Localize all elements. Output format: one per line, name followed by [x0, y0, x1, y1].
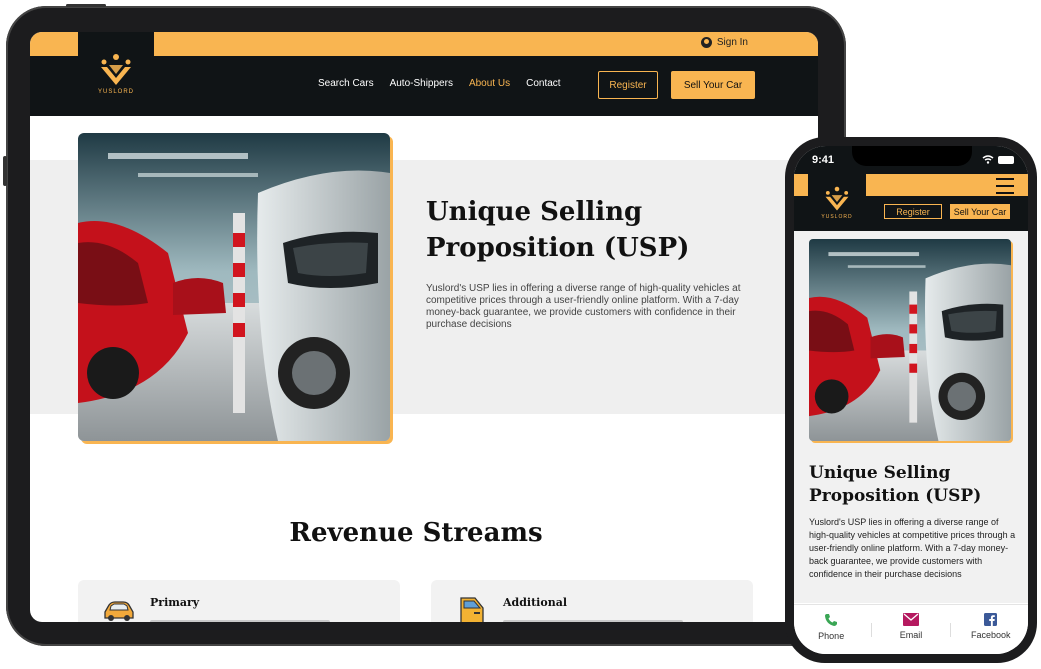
car-door-icon	[460, 597, 484, 622]
tablet-power-button	[66, 4, 106, 7]
register-button[interactable]: Register	[598, 71, 658, 99]
revenue-card-text-placeholder	[503, 620, 683, 622]
footer-email[interactable]: Email	[876, 613, 946, 640]
nav-contact[interactable]: Contact	[526, 78, 560, 89]
revenue-card-title: Primary	[150, 596, 200, 609]
car-icon	[104, 601, 134, 621]
revenue-card-primary: Primary	[78, 580, 400, 622]
status-icons	[982, 155, 1014, 164]
phone-sell-your-car-button[interactable]: Sell Your Car	[950, 204, 1010, 219]
wifi-icon	[982, 155, 994, 164]
facebook-icon	[984, 613, 998, 626]
footer-divider	[870, 623, 872, 637]
revenue-streams-title: Revenue Streams	[289, 518, 543, 548]
nav-search-cars[interactable]: Search Cars	[318, 78, 374, 89]
status-time: 9:41	[812, 154, 835, 166]
footer-phone-label: Phone	[818, 631, 845, 641]
phone-frame: 9:41 YUSLORD Register Sell Your Car Uniq…	[785, 137, 1037, 663]
usp-description: Yuslord's USP lies in offering a diverse…	[426, 283, 741, 330]
phone-footer-bar: Phone Email Facebook	[794, 604, 1028, 654]
footer-phone[interactable]: Phone	[796, 613, 866, 641]
nav-auto-shippers[interactable]: Auto-Shippers	[390, 78, 453, 89]
revenue-card-text-placeholder	[150, 620, 330, 622]
phone-icon	[825, 614, 838, 626]
nav-links: Search Cars Auto-Shippers About Us Conta…	[318, 78, 561, 89]
logo-icon	[98, 53, 134, 87]
user-icon	[700, 37, 712, 48]
phone-usp-title: Unique Selling Proposition (USP)	[809, 463, 982, 506]
nav-about-us[interactable]: About Us	[469, 78, 510, 89]
logo-text: YUSLORD	[97, 89, 134, 95]
revenue-card-additional: Additional	[431, 580, 753, 622]
footer-divider	[950, 623, 952, 637]
sell-your-car-button[interactable]: Sell Your Car	[671, 71, 755, 99]
status-bar: 9:41	[794, 146, 1028, 174]
sign-in-label: Sign In	[716, 37, 748, 48]
showroom-photo	[809, 239, 1011, 441]
tablet-screen: Sign In YUSLORD Search Cars Auto-Shipper…	[30, 32, 818, 622]
email-icon	[902, 613, 919, 626]
hamburger-menu-icon[interactable]	[996, 178, 1014, 194]
battery-icon	[998, 155, 1014, 164]
brand-logo[interactable]: YUSLORD	[78, 32, 154, 116]
phone-screen: 9:41 YUSLORD Register Sell Your Car Uniq…	[794, 146, 1028, 654]
usp-title: Unique Selling Proposition (USP)	[426, 197, 690, 263]
phone-notch	[852, 146, 972, 166]
revenue-card-title: Additional	[503, 596, 567, 609]
phone-usp-description: Yuslord's USP lies in offering a diverse…	[809, 517, 1016, 579]
phone-brand-logo[interactable]: YUSLORD	[808, 174, 866, 231]
phone-register-button[interactable]: Register	[884, 204, 942, 219]
showroom-photo	[78, 133, 390, 441]
logo-icon	[823, 186, 851, 212]
footer-facebook[interactable]: Facebook	[956, 613, 1026, 640]
tablet-volume-button	[3, 156, 7, 186]
logo-text: YUSLORD	[821, 213, 853, 220]
footer-facebook-label: Facebook	[970, 630, 1011, 640]
phone-showroom-image	[809, 239, 1011, 441]
footer-email-label: Email	[899, 630, 923, 640]
main-navbar: YUSLORD Search Cars Auto-Shippers About …	[30, 32, 818, 116]
showroom-image	[78, 133, 390, 441]
sign-in-link[interactable]: Sign In	[700, 37, 748, 48]
device-mockup-stage: Sign In YUSLORD Search Cars Auto-Shipper…	[0, 0, 1041, 669]
tablet-frame: Sign In YUSLORD Search Cars Auto-Shipper…	[3, 4, 846, 646]
